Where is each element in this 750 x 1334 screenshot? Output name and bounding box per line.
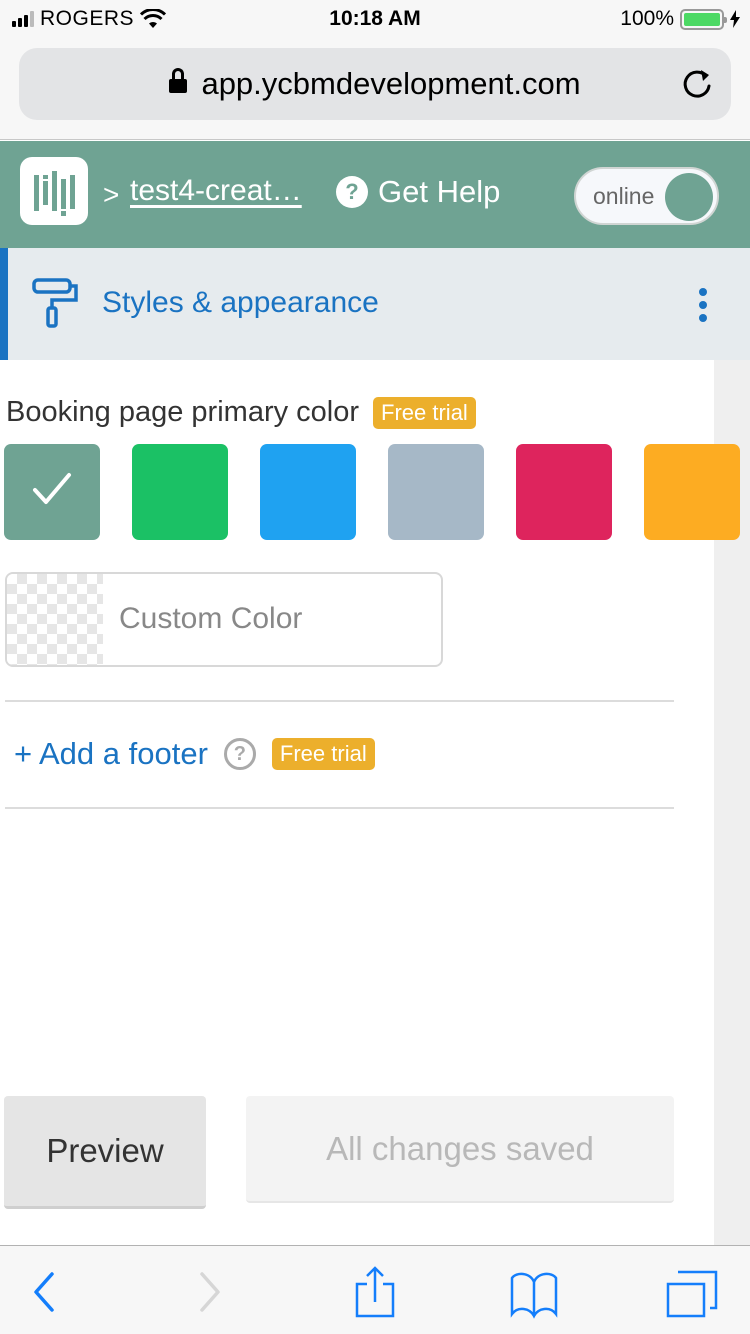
share-icon[interactable] <box>347 1264 403 1320</box>
screen: ROGERS 10:18 AM 100% app.ycbmdevelopment… <box>0 0 750 1334</box>
custom-color-input[interactable] <box>119 602 419 636</box>
save-status-button[interactable]: All changes saved <box>246 1096 674 1203</box>
lock-icon <box>169 68 188 97</box>
footer-option-row: + Add a footer ? Free trial <box>14 736 375 772</box>
forward-icon[interactable] <box>182 1264 238 1320</box>
battery-percent: 100% <box>620 7 674 30</box>
address-content: app.ycbmdevelopment.com <box>19 48 731 120</box>
primary-color-label-row: Booking page primary color Free trial <box>6 396 476 429</box>
reload-icon[interactable] <box>679 66 715 102</box>
logo-bars-icon <box>34 171 75 216</box>
battery-icon <box>680 8 727 30</box>
bookmarks-icon[interactable] <box>506 1264 562 1320</box>
divider <box>5 700 674 702</box>
browser-bottom-toolbar <box>0 1245 750 1334</box>
get-help-button[interactable]: ? Get Help <box>336 174 500 210</box>
custom-color-field[interactable] <box>5 572 443 667</box>
back-icon[interactable] <box>16 1264 72 1320</box>
add-footer-link[interactable]: + Add a footer <box>14 736 208 772</box>
breadcrumb-separator: > <box>103 179 120 210</box>
color-swatch-sage[interactable] <box>4 444 100 540</box>
preview-button[interactable]: Preview <box>4 1096 206 1209</box>
transparent-color-preview <box>7 574 103 665</box>
color-swatch-green[interactable] <box>132 444 228 540</box>
charging-bolt-icon <box>730 10 740 28</box>
online-toggle-label: online <box>593 183 655 209</box>
divider <box>5 807 674 809</box>
free-trial-badge: Free trial <box>373 396 476 429</box>
section-title: Styles & appearance <box>102 286 379 319</box>
toggle-knob <box>665 173 713 221</box>
status-right: 100% <box>620 7 740 31</box>
status-bar: ROGERS 10:18 AM 100% <box>0 0 750 40</box>
color-swatch-amber[interactable] <box>644 444 740 540</box>
color-swatch-crimson[interactable] <box>516 444 612 540</box>
browser-top-chrome: ROGERS 10:18 AM 100% app.ycbmdevelopment… <box>0 0 750 140</box>
section-header[interactable]: Styles & appearance <box>0 248 750 360</box>
color-swatch-slate[interactable] <box>388 444 484 540</box>
app-header: > test4-creat… ? Get Help online <box>0 141 750 248</box>
checkmark-icon <box>33 473 71 504</box>
breadcrumb-link[interactable]: test4-creat… <box>130 174 302 208</box>
more-options-icon[interactable] <box>698 288 708 322</box>
get-help-label: Get Help <box>378 174 501 209</box>
help-question-icon[interactable]: ? <box>223 738 256 770</box>
address-bar[interactable]: app.ycbmdevelopment.com <box>19 48 731 120</box>
online-toggle[interactable]: online <box>574 167 719 225</box>
free-trial-badge: Free trial <box>271 738 375 770</box>
paint-roller-icon <box>32 278 78 328</box>
color-swatch-blue[interactable] <box>260 444 356 540</box>
help-circle-icon: ? <box>336 176 368 208</box>
app-logo[interactable] <box>20 157 88 225</box>
primary-color-label: Booking page primary color <box>6 396 360 428</box>
tabs-icon[interactable] <box>664 1264 720 1320</box>
url-text: app.ycbmdevelopment.com <box>201 66 581 101</box>
